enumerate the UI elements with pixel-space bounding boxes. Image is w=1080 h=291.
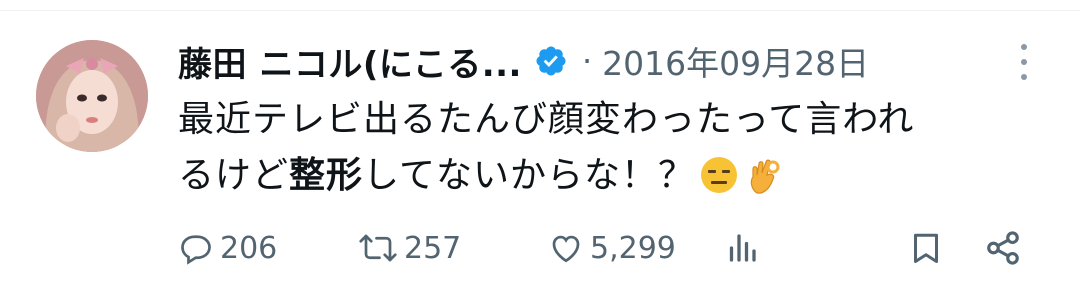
expressionless-face-emoji bbox=[699, 155, 739, 212]
avatar[interactable] bbox=[36, 40, 148, 152]
tweet-card[interactable]: 藤田 ニコル(にこる... · 2016年09月28日 最近テレビ出るたんび顔変… bbox=[0, 0, 1080, 291]
tweet-header: 藤田 ニコル(にこる... · 2016年09月28日 bbox=[178, 36, 869, 86]
like-count: 5,299 bbox=[590, 230, 676, 266]
like-button[interactable]: 5,299 bbox=[548, 224, 676, 272]
tweet-actions: 206 257 5,299 bbox=[178, 224, 1028, 272]
verified-badge-icon bbox=[534, 44, 568, 78]
ok-hand-emoji bbox=[743, 155, 783, 212]
reply-count: 206 bbox=[220, 230, 278, 266]
share-button[interactable] bbox=[984, 224, 1022, 272]
reply-icon bbox=[178, 230, 214, 266]
retweet-button[interactable]: 257 bbox=[358, 224, 461, 272]
more-options-icon[interactable] bbox=[1014, 44, 1034, 80]
tweet-date[interactable]: 2016年09月28日 bbox=[602, 37, 869, 85]
analytics-icon bbox=[724, 230, 760, 266]
tweet-text-line-1: 最近テレビ出るたんび顔変わったって言われ bbox=[178, 99, 915, 140]
tweet-text-segment: してないからな！？ bbox=[363, 155, 695, 196]
tweet-text-segment: るけど bbox=[178, 155, 290, 196]
reply-button[interactable]: 206 bbox=[178, 224, 277, 272]
share-icon bbox=[984, 229, 1022, 267]
tweet-text: 最近テレビ出るたんび顔変わったって言われ るけど整形してないからな！？ bbox=[178, 92, 1038, 212]
retweet-icon bbox=[358, 230, 398, 266]
bookmark-icon bbox=[908, 230, 944, 266]
analytics-button[interactable] bbox=[724, 224, 760, 272]
author-display-name[interactable]: 藤田 ニコル(にこる... bbox=[178, 37, 522, 86]
tweet-text-line-2: るけど整形してないからな！？ bbox=[178, 148, 1038, 212]
retweet-count: 257 bbox=[404, 230, 462, 266]
tweet-text-highlight: 整形 bbox=[289, 155, 364, 196]
bookmark-button[interactable] bbox=[908, 224, 944, 272]
like-icon bbox=[548, 230, 584, 266]
avatar-image bbox=[36, 40, 148, 152]
header-separator: · bbox=[581, 42, 593, 80]
